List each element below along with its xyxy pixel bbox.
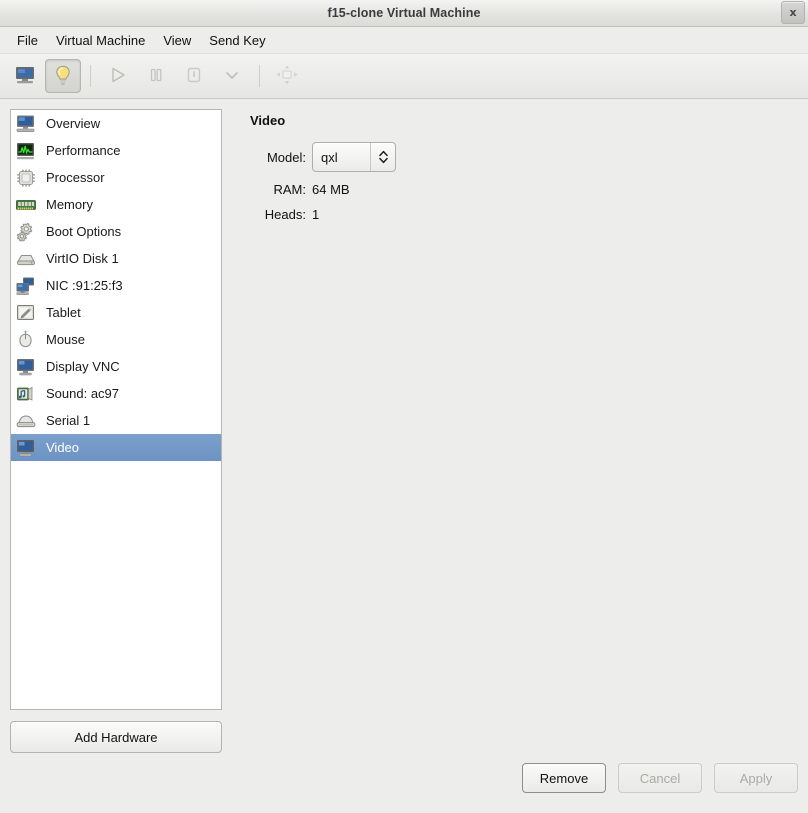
sidebar-item-label: VirtIO Disk 1 xyxy=(46,251,119,266)
network-icon xyxy=(15,276,37,296)
model-label: Model: xyxy=(250,150,306,165)
sound-icon xyxy=(15,384,37,404)
video-fields: Model: qxl RAM: 64 MB Heads: 1 xyxy=(250,142,798,222)
model-value: qxl xyxy=(313,150,370,165)
sidebar-item-performance[interactable]: Performance xyxy=(11,137,221,164)
remove-label: Remove xyxy=(540,771,588,786)
menu-file[interactable]: File xyxy=(8,30,47,51)
sidebar-item-boot-options[interactable]: Boot Options xyxy=(11,218,221,245)
tablet-icon xyxy=(15,303,37,323)
mouse-icon xyxy=(15,330,37,350)
toolbar-separator-2 xyxy=(259,65,260,87)
display-icon xyxy=(15,357,37,377)
graph-icon xyxy=(15,141,37,161)
sidebar-item-label: Memory xyxy=(46,197,93,212)
heads-value: 1 xyxy=(312,207,798,222)
play-icon xyxy=(108,65,128,88)
menu-send-key[interactable]: Send Key xyxy=(200,30,274,51)
cancel-label: Cancel xyxy=(640,771,680,786)
sidebar-item-video[interactable]: Video xyxy=(11,434,221,461)
monitor-icon xyxy=(14,65,36,88)
sidebar-item-nic[interactable]: NIC :91:25:f3 xyxy=(11,272,221,299)
panel-title: Video xyxy=(250,113,798,128)
chevron-updown-icon[interactable] xyxy=(370,143,395,171)
sidebar-item-label: Mouse xyxy=(46,332,85,347)
sidebar-item-label: NIC :91:25:f3 xyxy=(46,278,123,293)
sidebar-item-sound[interactable]: Sound: ac97 xyxy=(11,380,221,407)
cpu-chip-icon xyxy=(15,168,37,188)
sidebar-item-label: Processor xyxy=(46,170,105,185)
window-titlebar: f15-clone Virtual Machine x xyxy=(0,0,808,27)
footer-buttons: Remove Cancel Apply xyxy=(0,753,808,813)
run-button[interactable] xyxy=(100,59,136,93)
video-icon xyxy=(15,438,37,458)
ram-stick-icon xyxy=(15,195,37,215)
content-area: Overview Performance xyxy=(0,99,808,753)
pause-button[interactable] xyxy=(138,59,174,93)
video-detail-panel: Video Model: qxl RAM: 64 MB Heads: 1 xyxy=(222,109,798,753)
fullscreen-button[interactable] xyxy=(269,59,305,93)
console-view-button[interactable] xyxy=(7,59,43,93)
shutdown-button[interactable] xyxy=(176,59,212,93)
chevron-down-icon xyxy=(223,66,241,87)
serial-icon xyxy=(15,411,37,431)
close-icon[interactable]: x xyxy=(781,1,805,24)
sidebar-item-tablet[interactable]: Tablet xyxy=(11,299,221,326)
shutdown-icon xyxy=(184,65,204,88)
ram-label: RAM: xyxy=(250,182,306,197)
sidebar-item-label: Sound: ac97 xyxy=(46,386,119,401)
sidebar-item-label: Overview xyxy=(46,116,100,131)
cancel-button[interactable]: Cancel xyxy=(618,763,702,793)
gears-icon xyxy=(15,222,37,242)
menu-view[interactable]: View xyxy=(154,30,200,51)
monitor-icon xyxy=(15,114,37,134)
sidebar-item-label: Video xyxy=(46,440,79,455)
remove-button[interactable]: Remove xyxy=(522,763,606,793)
sidebar-item-overview[interactable]: Overview xyxy=(11,110,221,137)
add-hardware-button[interactable]: Add Hardware xyxy=(10,721,222,753)
apply-label: Apply xyxy=(740,771,773,786)
hardware-sidebar: Overview Performance xyxy=(10,109,222,753)
shutdown-menu-button[interactable] xyxy=(214,59,250,93)
menubar: File Virtual Machine View Send Key xyxy=(0,27,808,54)
close-glyph: x xyxy=(789,7,796,18)
sidebar-item-mouse[interactable]: Mouse xyxy=(11,326,221,353)
sidebar-item-serial-1[interactable]: Serial 1 xyxy=(11,407,221,434)
sidebar-item-virtio-disk-1[interactable]: VirtIO Disk 1 xyxy=(11,245,221,272)
sidebar-item-label: Tablet xyxy=(46,305,81,320)
harddisk-icon xyxy=(15,249,37,269)
details-view-button[interactable] xyxy=(45,59,81,93)
heads-label: Heads: xyxy=(250,207,306,222)
menu-virtual-machine[interactable]: Virtual Machine xyxy=(47,30,154,51)
sidebar-item-memory[interactable]: Memory xyxy=(11,191,221,218)
sidebar-item-label: Display VNC xyxy=(46,359,120,374)
pause-icon xyxy=(146,65,166,88)
resize-arrows-icon xyxy=(275,64,299,89)
hardware-list[interactable]: Overview Performance xyxy=(10,109,222,710)
window-title: f15-clone Virtual Machine xyxy=(327,6,480,20)
sidebar-item-label: Performance xyxy=(46,143,120,158)
sidebar-item-processor[interactable]: Processor xyxy=(11,164,221,191)
lightbulb-icon xyxy=(53,64,73,89)
model-combobox[interactable]: qxl xyxy=(312,142,396,172)
apply-button[interactable]: Apply xyxy=(714,763,798,793)
add-hardware-label: Add Hardware xyxy=(74,730,157,745)
toolbar-separator-1 xyxy=(90,65,91,87)
ram-value: 64 MB xyxy=(312,182,798,197)
sidebar-item-display-vnc[interactable]: Display VNC xyxy=(11,353,221,380)
sidebar-item-label: Boot Options xyxy=(46,224,121,239)
toolbar xyxy=(0,54,808,99)
sidebar-item-label: Serial 1 xyxy=(46,413,90,428)
